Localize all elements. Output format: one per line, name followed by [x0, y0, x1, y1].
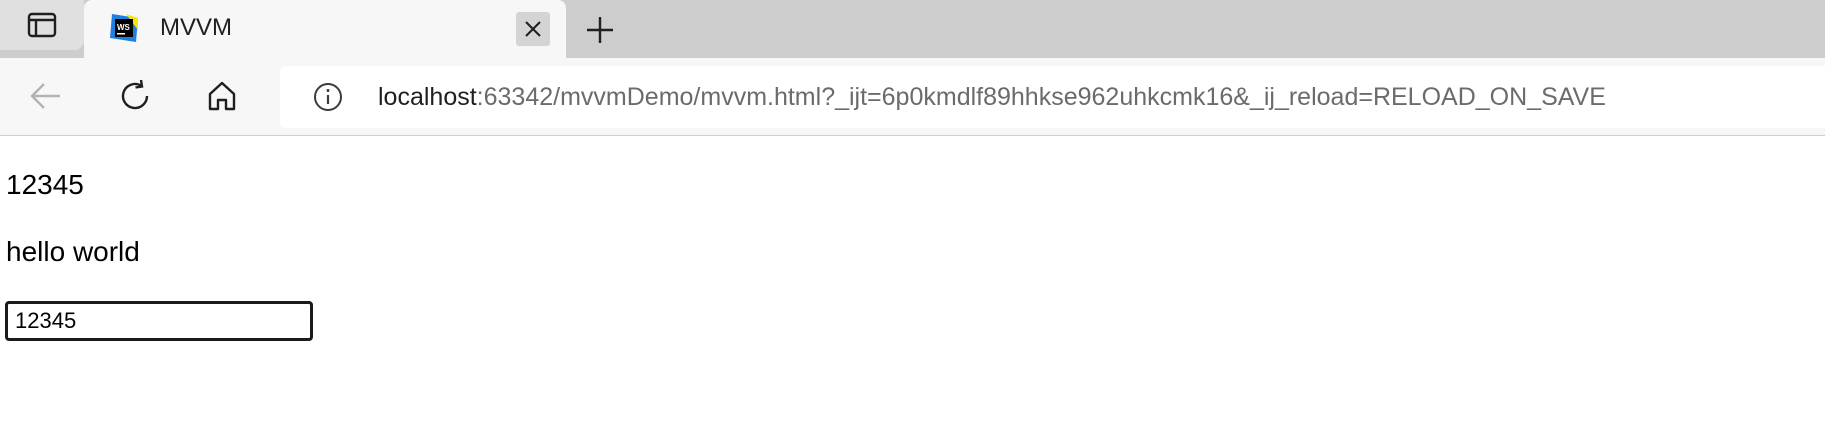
close-tab-button[interactable] — [516, 12, 550, 46]
browser-toolbar: localhost:63342/mvvmDemo/mvvm.html?_ijt=… — [0, 58, 1825, 136]
reload-button[interactable] — [113, 74, 157, 118]
close-icon — [525, 21, 541, 37]
plus-icon — [587, 17, 613, 43]
bound-value-text: 12345 — [6, 169, 84, 200]
refresh-icon — [121, 79, 149, 110]
address-url[interactable]: localhost:63342/mvvmDemo/mvvm.html?_ijt=… — [378, 83, 1606, 112]
tab-strip: WS MVVM — [0, 0, 1825, 58]
url-host: localhost — [378, 83, 477, 111]
tab-actions-icon — [27, 12, 57, 38]
webstorm-icon: WS — [110, 14, 138, 42]
tab-actions-button[interactable] — [0, 0, 84, 50]
address-bar[interactable]: localhost:63342/mvvmDemo/mvvm.html?_ijt=… — [280, 66, 1825, 128]
new-tab-button[interactable] — [578, 8, 622, 52]
svg-text:WS: WS — [117, 23, 131, 32]
tab-mvvm[interactable]: WS MVVM — [84, 0, 566, 58]
text-input-box — [5, 301, 313, 341]
home-icon — [208, 81, 236, 111]
tab-actions — [0, 0, 84, 58]
home-button[interactable] — [200, 74, 244, 118]
tab-title: MVVM — [160, 14, 232, 41]
info-icon[interactable] — [312, 81, 344, 113]
value-input[interactable] — [8, 304, 310, 338]
back-button[interactable] — [24, 74, 68, 118]
url-path: :63342/mvvmDemo/mvvm.html?_ijt=6p0kmdlf8… — [476, 83, 1606, 111]
page-content: 12345 hello world — [0, 137, 1825, 428]
message-text: hello world — [6, 236, 140, 267]
arrow-left-icon — [30, 83, 60, 109]
